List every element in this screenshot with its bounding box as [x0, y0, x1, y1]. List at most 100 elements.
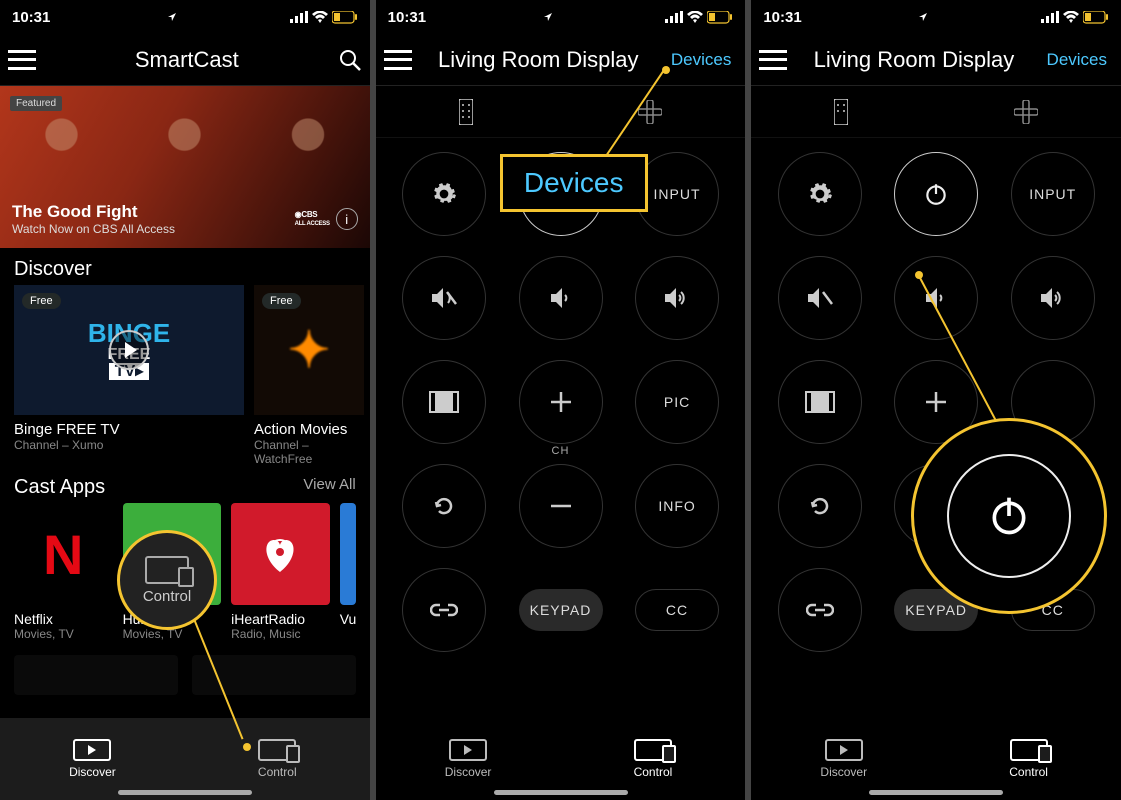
- cc-button[interactable]: CC: [635, 589, 719, 631]
- card-sub: Channel – Xumo: [14, 438, 244, 452]
- power-button[interactable]: [894, 152, 978, 236]
- vol-down-button[interactable]: [894, 256, 978, 340]
- link-button[interactable]: [402, 568, 486, 652]
- cc-button[interactable]: CC: [1011, 589, 1095, 631]
- cast-apps-section: View All Cast Apps: [0, 466, 370, 503]
- discover-card[interactable]: Free ✦ Action Movies Channel – WatchFree: [254, 285, 364, 466]
- home-indicator[interactable]: [118, 790, 252, 795]
- phone-screen-2: 10:31 Living Room Display Devices INPUT …: [376, 0, 752, 800]
- battery-icon: [707, 11, 733, 24]
- discover-tab-icon: [73, 739, 111, 761]
- ch-down-button[interactable]: [519, 464, 603, 548]
- remote-icon[interactable]: [834, 99, 848, 125]
- back-button[interactable]: [778, 464, 862, 548]
- remote-grid: INPUT KEYPAD CC: [751, 138, 1121, 718]
- card-sub: Channel – WatchFree: [254, 438, 364, 466]
- control-tab-icon: [1010, 739, 1048, 761]
- battery-icon: [332, 11, 358, 24]
- tab-discover[interactable]: Discover: [751, 718, 936, 800]
- pic-button[interactable]: [1011, 360, 1095, 444]
- sub-header: [751, 86, 1121, 138]
- vol-down-button[interactable]: [519, 256, 603, 340]
- tab-control[interactable]: Control: [936, 718, 1121, 800]
- devices-link[interactable]: Devices: [1041, 50, 1113, 70]
- menu-icon[interactable]: [384, 50, 412, 70]
- app-header: Living Room Display Devices: [751, 34, 1121, 86]
- discover-card[interactable]: Free BINGEFREETV▸ Binge FREE TV Channel …: [14, 285, 244, 466]
- battery-icon: [1083, 11, 1109, 24]
- input-button[interactable]: INPUT: [1011, 152, 1095, 236]
- app-tile-vudu[interactable]: Vu: [340, 503, 356, 641]
- app-title: SmartCast: [36, 47, 338, 73]
- power-button[interactable]: [519, 152, 603, 236]
- tab-discover[interactable]: Discover: [376, 718, 561, 800]
- location-icon: [543, 12, 553, 22]
- free-badge: Free: [262, 293, 301, 309]
- pic-button[interactable]: PIC: [635, 360, 719, 444]
- info-button[interactable]: [1011, 464, 1095, 548]
- app-tile-netflix[interactable]: N Netflix Movies, TV: [14, 503, 113, 641]
- control-tab-icon: [634, 739, 672, 761]
- device-title: Living Room Display: [412, 47, 665, 73]
- keypad-button[interactable]: KEYPAD: [894, 589, 978, 631]
- wifi-icon: [312, 11, 328, 23]
- link-button[interactable]: [778, 568, 862, 652]
- ch-down-button[interactable]: [894, 464, 978, 548]
- settings-button[interactable]: [402, 152, 486, 236]
- location-icon: [918, 12, 928, 22]
- settings-button[interactable]: [778, 152, 862, 236]
- control-icon: [145, 556, 189, 584]
- devices-link[interactable]: Devices: [665, 50, 737, 70]
- info-button[interactable]: INFO: [635, 464, 719, 548]
- menu-icon[interactable]: [759, 50, 787, 70]
- status-bar: 10:31: [376, 0, 746, 34]
- cellular-icon: [1041, 11, 1059, 23]
- location-icon: [167, 12, 177, 22]
- aspect-button[interactable]: [778, 360, 862, 444]
- view-all-link[interactable]: View All: [303, 476, 355, 493]
- sub-header: [376, 86, 746, 138]
- partial-row: [0, 655, 370, 695]
- remote-icon[interactable]: [459, 99, 473, 125]
- dpad-icon[interactable]: [1014, 100, 1038, 124]
- play-icon[interactable]: [109, 330, 149, 370]
- free-badge: Free: [22, 293, 61, 309]
- wifi-icon: [1063, 11, 1079, 23]
- discover-tab-icon: [449, 739, 487, 761]
- tab-bar: Discover Control: [0, 718, 370, 800]
- tab-control[interactable]: Control: [185, 718, 370, 800]
- keypad-button[interactable]: KEYPAD: [519, 589, 603, 631]
- input-button[interactable]: INPUT: [635, 152, 719, 236]
- mute-button[interactable]: [778, 256, 862, 340]
- control-tab-icon: [258, 739, 296, 761]
- home-indicator[interactable]: [494, 790, 628, 795]
- ch-up-button[interactable]: CH: [519, 360, 603, 444]
- ch-up-button[interactable]: [894, 360, 978, 444]
- app-header: Living Room Display Devices: [376, 34, 746, 86]
- mute-button[interactable]: [402, 256, 486, 340]
- callout-control: Control: [117, 530, 217, 630]
- tab-discover[interactable]: Discover: [0, 718, 185, 800]
- search-icon[interactable]: [338, 48, 362, 72]
- app-tile-iheart[interactable]: iHeartRadio Radio, Music: [231, 503, 330, 641]
- status-time: 10:31: [12, 9, 50, 26]
- aspect-button[interactable]: [402, 360, 486, 444]
- dpad-icon[interactable]: [638, 100, 662, 124]
- status-bar: 10:31: [0, 0, 370, 34]
- menu-icon[interactable]: [8, 50, 36, 70]
- featured-badge: Featured: [10, 96, 62, 111]
- featured-hero[interactable]: Featured The Good Fight Watch Now on CBS…: [0, 86, 370, 248]
- discover-heading: Discover: [14, 258, 356, 281]
- home-indicator[interactable]: [869, 790, 1003, 795]
- vol-up-button[interactable]: [635, 256, 719, 340]
- device-title: Living Room Display: [787, 47, 1040, 73]
- status-bar: 10:31: [751, 0, 1121, 34]
- tab-bar: Discover Control: [376, 718, 746, 800]
- back-button[interactable]: [402, 464, 486, 548]
- info-icon[interactable]: i: [336, 208, 358, 230]
- tab-control[interactable]: Control: [561, 718, 746, 800]
- vol-up-button[interactable]: [1011, 256, 1095, 340]
- tab-bar: Discover Control: [751, 718, 1121, 800]
- card-title: Binge FREE TV: [14, 421, 244, 438]
- network-badge: ◉CBSALL ACCESS: [295, 211, 330, 227]
